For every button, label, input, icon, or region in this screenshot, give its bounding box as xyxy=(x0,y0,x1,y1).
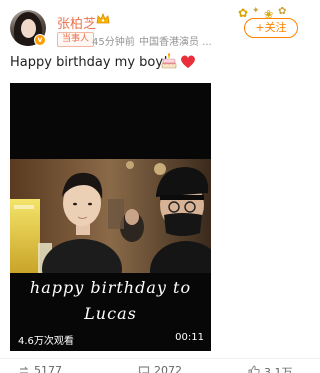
weibo-post: v 张柏芝 当事人 45分钟前 中国香港演员 ... ✿ ✦ ❀ ✿ +关注 H… xyxy=(0,0,320,373)
like-count[interactable]: 3.1万 xyxy=(264,364,293,373)
post-text: Happy birthday my boy! xyxy=(10,55,169,70)
red-heart-emoji-icon xyxy=(181,55,195,68)
svg-text:✿: ✿ xyxy=(278,6,286,17)
video-frame-image xyxy=(10,159,211,273)
repost-count[interactable]: 5177 xyxy=(34,364,62,373)
post-time: 45分钟前 xyxy=(92,37,135,48)
username[interactable]: 张柏芝 xyxy=(57,13,96,32)
like-icon[interactable] xyxy=(248,365,260,373)
follow-button[interactable]: +关注 xyxy=(244,18,298,38)
comment-count[interactable]: 2072 xyxy=(154,364,182,373)
video-player[interactable]: happy birthday to Lucas 4.6万次观看 00:11 xyxy=(10,83,211,351)
avatar-face xyxy=(21,19,36,38)
user-description: 中国香港演员 ... xyxy=(139,37,212,48)
video-caption-line-2: Lucas xyxy=(84,304,137,323)
svg-text:✦: ✦ xyxy=(252,6,260,16)
cake-emoji-icon xyxy=(161,53,177,69)
video-caption-line-1: happy birthday to xyxy=(29,278,192,297)
footer-divider xyxy=(0,358,320,359)
verified-v-icon: v xyxy=(34,34,46,46)
comment-icon[interactable] xyxy=(138,365,150,373)
svg-text:✿: ✿ xyxy=(238,6,248,20)
crown-icon xyxy=(96,12,110,24)
repost-icon[interactable] xyxy=(18,365,30,373)
role-badge: 当事人 xyxy=(57,32,95,47)
video-duration: 00:11 xyxy=(175,332,204,343)
view-count: 4.6万次观看 xyxy=(18,336,74,347)
